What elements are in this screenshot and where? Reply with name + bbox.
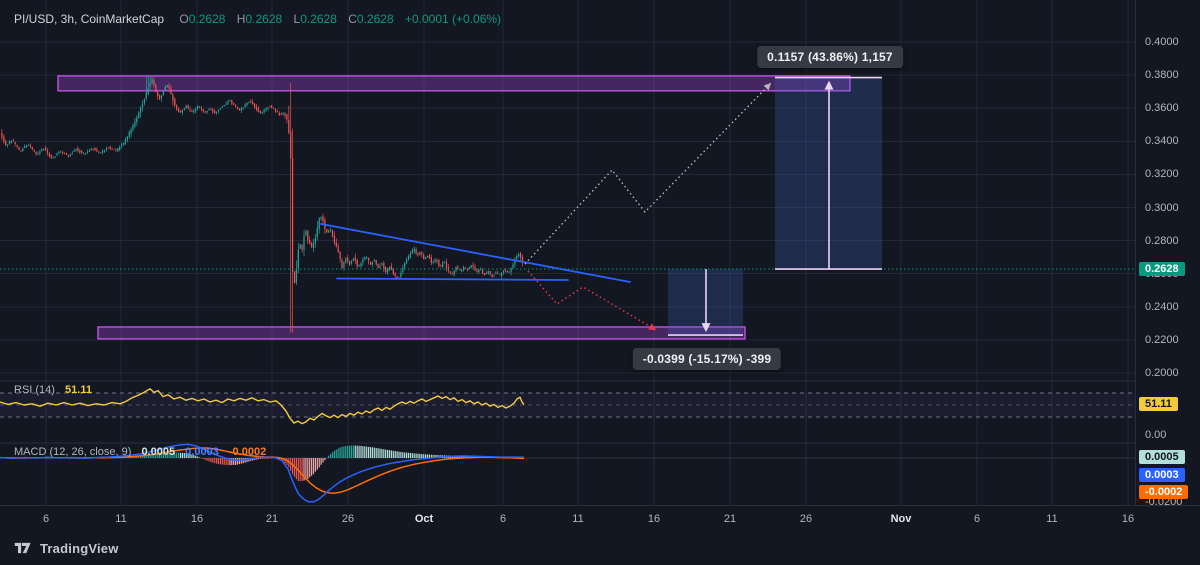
macd-value-badge-2: 0.0003: [1139, 468, 1185, 482]
price-axis[interactable]: 0.4000 0.3800 0.3600 0.3400 0.3200 0.3000 0.28…: [1135, 0, 1200, 531]
rsi-title: RSI (14): [14, 384, 55, 396]
resistance-zone: [58, 76, 850, 91]
change-value: +0.0001 (+0.06%): [405, 12, 501, 26]
rsi-zero-tick: 0.00: [1145, 429, 1166, 441]
time-tick-21: 21: [266, 513, 278, 525]
price-tick-0.2200: 0.2200: [1145, 334, 1179, 346]
time-tick-16: 16: [648, 513, 660, 525]
rsi-legend[interactable]: RSI (14) 51.11: [14, 384, 92, 396]
macd-title: MACD (12, 26, close, 9): [14, 446, 131, 458]
price-tick-0.3400: 0.3400: [1145, 135, 1179, 147]
time-tick-6: 6: [500, 513, 506, 525]
symbol-title[interactable]: PI/USD, 3h, CoinMarketCap: [14, 12, 164, 26]
price-tick-0.3000: 0.3000: [1145, 202, 1179, 214]
rsi-value-badge: 51.11: [1139, 397, 1178, 411]
projection-boxes[interactable]: [668, 78, 882, 336]
time-tick-11: 11: [572, 513, 583, 525]
tradingview-logo-icon[interactable]: [14, 540, 33, 556]
price-tick-0.3200: 0.3200: [1145, 168, 1179, 180]
time-tick-11: 11: [115, 513, 126, 525]
price-tick-0.2000: 0.2000: [1145, 367, 1179, 379]
time-axis[interactable]: 6 11 16 21 26 Oct 6 11 16 21 26 Nov 6 11 16: [0, 505, 1200, 531]
bottom-toolbar: TradingView: [0, 531, 1200, 565]
tradingview-brand-text[interactable]: TradingView: [40, 541, 119, 556]
macd-signal-value: -0.0002: [229, 446, 266, 458]
rsi-value: 51.11: [65, 384, 92, 396]
wedge-lower: [337, 279, 568, 281]
time-tick-16: 16: [1122, 513, 1134, 525]
price-tick-0.2400: 0.2400: [1145, 301, 1179, 313]
time-tick-16: 16: [191, 513, 203, 525]
time-tick-21: 21: [724, 513, 736, 525]
macd-value-badge-3: -0.0002: [1139, 485, 1188, 499]
long-projection-label: 0.1157 (43.86%) 1,157: [757, 46, 903, 68]
macd-legend[interactable]: MACD (12, 26, close, 9) 0.0005 0.0003 -0…: [14, 446, 266, 458]
symbol-legend[interactable]: PI/USD, 3h, CoinMarketCap O0.2628 H0.262…: [14, 12, 501, 26]
short-projection-label: -0.0399 (-15.17%) -399: [633, 348, 781, 370]
time-tick-11: 11: [1046, 513, 1057, 525]
price-tick-0.2800: 0.2800: [1145, 235, 1179, 247]
macd-line-value: 0.0003: [185, 446, 219, 458]
price-tick-0.4000: 0.4000: [1145, 36, 1179, 48]
time-tick-26: 26: [342, 513, 354, 525]
time-tick-6: 6: [43, 513, 49, 525]
time-tick-26: 26: [800, 513, 812, 525]
time-tick-Nov: Nov: [891, 513, 912, 525]
time-tick-6: 6: [974, 513, 980, 525]
macd-value-badge-1: 0.0005: [1139, 450, 1185, 464]
close-label: C: [348, 12, 357, 26]
price-tick-0.3800: 0.3800: [1145, 69, 1179, 81]
macd-hist-value: 0.0005: [141, 446, 175, 458]
time-tick-Oct: Oct: [415, 513, 433, 525]
price-tick-0.3600: 0.3600: [1145, 102, 1179, 114]
candles-layer: [1, 76, 523, 333]
open-value: 0.2628: [189, 12, 226, 26]
current-price-badge: 0.2628: [1139, 262, 1185, 276]
tradingview-chart-window: PI/USD, 3h, CoinMarketCap O0.2628 H0.262…: [0, 0, 1200, 565]
support-zone: [98, 327, 745, 339]
low-value: 0.2628: [300, 12, 337, 26]
high-value: 0.2628: [245, 12, 282, 26]
open-label: O: [179, 12, 188, 26]
close-value: 0.2628: [357, 12, 394, 26]
